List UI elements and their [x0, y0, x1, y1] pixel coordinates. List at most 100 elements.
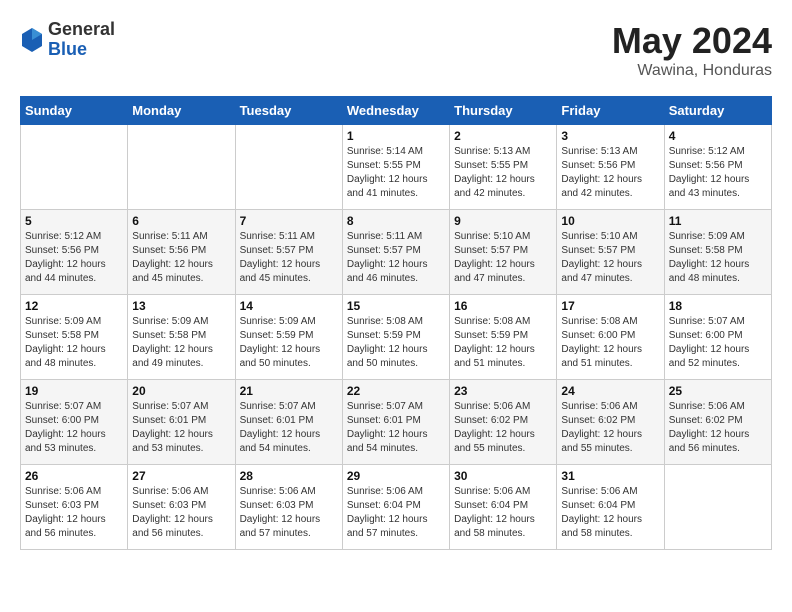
day-info: Sunrise: 5:11 AM Sunset: 5:57 PM Dayligh…	[347, 230, 445, 286]
weekday-header: Friday	[557, 97, 664, 125]
day-info: Sunrise: 5:06 AM Sunset: 6:02 PM Dayligh…	[561, 400, 659, 456]
day-number: 10	[561, 214, 659, 228]
day-number: 30	[454, 469, 552, 483]
calendar-cell: 25Sunrise: 5:06 AM Sunset: 6:02 PM Dayli…	[664, 380, 771, 465]
calendar-cell: 8 Sunrise: 5:11 AM Sunset: 5:57 PM Daylig…	[342, 210, 449, 295]
calendar-cell: 17 Sunrise: 5:08 AM Sunset: 6:00 PM Dayli…	[557, 295, 664, 380]
calendar-cell	[128, 125, 235, 210]
calendar-cell: 27Sunrise: 5:06 AM Sunset: 6:03 PM Dayli…	[128, 465, 235, 550]
day-number: 28	[240, 469, 338, 483]
day-info: Sunrise: 5:07 AM Sunset: 6:00 PM Dayligh…	[25, 400, 123, 456]
day-number: 23	[454, 384, 552, 398]
day-info: Sunrise: 5:12 AM Sunset: 5:56 PM Dayligh…	[669, 145, 767, 201]
day-number: 7	[240, 214, 338, 228]
calendar-cell: 22 Sunrise: 5:07 AM Sunset: 6:01 PM Dayli…	[342, 380, 449, 465]
day-info: Sunrise: 5:14 AM Sunset: 5:55 PM Dayligh…	[347, 145, 445, 201]
day-number: 29	[347, 469, 445, 483]
calendar-cell: 1 Sunrise: 5:14 AM Sunset: 5:55 PM Daylig…	[342, 125, 449, 210]
weekday-header: Monday	[128, 97, 235, 125]
day-info: Sunrise: 5:07 AM Sunset: 6:01 PM Dayligh…	[132, 400, 230, 456]
logo-blue: Blue	[48, 40, 115, 60]
day-number: 25	[669, 384, 767, 398]
weekday-header: Tuesday	[235, 97, 342, 125]
calendar-cell: 10 Sunrise: 5:10 AM Sunset: 5:57 PM Dayli…	[557, 210, 664, 295]
day-number: 20	[132, 384, 230, 398]
day-info: Sunrise: 5:08 AM Sunset: 5:59 PM Dayligh…	[347, 315, 445, 371]
calendar-cell: 3Sunrise: 5:13 AM Sunset: 5:56 PM Daylig…	[557, 125, 664, 210]
day-number: 1	[347, 129, 445, 143]
calendar-cell: 9 Sunrise: 5:10 AM Sunset: 5:57 PM Daylig…	[450, 210, 557, 295]
calendar-week-row: 19Sunrise: 5:07 AM Sunset: 6:00 PM Dayli…	[21, 380, 772, 465]
calendar-cell	[235, 125, 342, 210]
day-info: Sunrise: 5:07 AM Sunset: 6:00 PM Dayligh…	[669, 315, 767, 371]
calendar-cell: 28 Sunrise: 5:06 AM Sunset: 6:03 PM Dayli…	[235, 465, 342, 550]
logo-icon	[20, 26, 44, 54]
calendar-cell	[21, 125, 128, 210]
calendar-week-row: 5Sunrise: 5:12 AM Sunset: 5:56 PM Daylig…	[21, 210, 772, 295]
logo: General Blue	[20, 20, 115, 60]
day-number: 8	[347, 214, 445, 228]
calendar-cell: 7Sunrise: 5:11 AM Sunset: 5:57 PM Daylig…	[235, 210, 342, 295]
calendar-week-row: 1 Sunrise: 5:14 AM Sunset: 5:55 PM Daylig…	[21, 125, 772, 210]
day-info: Sunrise: 5:09 AM Sunset: 5:59 PM Dayligh…	[240, 315, 338, 371]
calendar-cell: 4 Sunrise: 5:12 AM Sunset: 5:56 PM Daylig…	[664, 125, 771, 210]
weekday-header: Saturday	[664, 97, 771, 125]
calendar-cell: 19Sunrise: 5:07 AM Sunset: 6:00 PM Dayli…	[21, 380, 128, 465]
calendar-cell	[664, 465, 771, 550]
logo-text: General Blue	[48, 20, 115, 60]
day-info: Sunrise: 5:09 AM Sunset: 5:58 PM Dayligh…	[25, 315, 123, 371]
day-number: 15	[347, 299, 445, 313]
weekday-header: Sunday	[21, 97, 128, 125]
day-number: 17	[561, 299, 659, 313]
calendar-cell: 29Sunrise: 5:06 AM Sunset: 6:04 PM Dayli…	[342, 465, 449, 550]
calendar-cell: 12 Sunrise: 5:09 AM Sunset: 5:58 PM Dayli…	[21, 295, 128, 380]
calendar-cell: 23Sunrise: 5:06 AM Sunset: 6:02 PM Dayli…	[450, 380, 557, 465]
calendar-cell: 15 Sunrise: 5:08 AM Sunset: 5:59 PM Dayli…	[342, 295, 449, 380]
calendar-cell: 20 Sunrise: 5:07 AM Sunset: 6:01 PM Dayli…	[128, 380, 235, 465]
day-number: 27	[132, 469, 230, 483]
calendar-cell: 31Sunrise: 5:06 AM Sunset: 6:04 PM Dayli…	[557, 465, 664, 550]
day-info: Sunrise: 5:09 AM Sunset: 5:58 PM Dayligh…	[132, 315, 230, 371]
title-block: May 2024 Wawina, Honduras	[612, 20, 772, 80]
calendar-header: SundayMondayTuesdayWednesdayThursdayFrid…	[21, 97, 772, 125]
day-info: Sunrise: 5:09 AM Sunset: 5:58 PM Dayligh…	[669, 230, 767, 286]
calendar-cell: 5Sunrise: 5:12 AM Sunset: 5:56 PM Daylig…	[21, 210, 128, 295]
calendar-week-row: 26 Sunrise: 5:06 AM Sunset: 6:03 PM Dayli…	[21, 465, 772, 550]
calendar-cell: 30 Sunrise: 5:06 AM Sunset: 6:04 PM Dayli…	[450, 465, 557, 550]
day-info: Sunrise: 5:11 AM Sunset: 5:56 PM Dayligh…	[132, 230, 230, 286]
day-number: 14	[240, 299, 338, 313]
day-number: 26	[25, 469, 123, 483]
calendar-cell: 24 Sunrise: 5:06 AM Sunset: 6:02 PM Dayli…	[557, 380, 664, 465]
calendar-table: SundayMondayTuesdayWednesdayThursdayFrid…	[20, 96, 772, 550]
weekday-header: Wednesday	[342, 97, 449, 125]
day-info: Sunrise: 5:10 AM Sunset: 5:57 PM Dayligh…	[454, 230, 552, 286]
day-info: Sunrise: 5:06 AM Sunset: 6:04 PM Dayligh…	[561, 485, 659, 541]
day-info: Sunrise: 5:07 AM Sunset: 6:01 PM Dayligh…	[347, 400, 445, 456]
day-number: 22	[347, 384, 445, 398]
calendar-week-row: 12 Sunrise: 5:09 AM Sunset: 5:58 PM Dayli…	[21, 295, 772, 380]
day-number: 18	[669, 299, 767, 313]
day-info: Sunrise: 5:06 AM Sunset: 6:04 PM Dayligh…	[454, 485, 552, 541]
calendar-cell: 2Sunrise: 5:13 AM Sunset: 5:55 PM Daylig…	[450, 125, 557, 210]
day-info: Sunrise: 5:12 AM Sunset: 5:56 PM Dayligh…	[25, 230, 123, 286]
calendar-cell: 21Sunrise: 5:07 AM Sunset: 6:01 PM Dayli…	[235, 380, 342, 465]
day-number: 4	[669, 129, 767, 143]
calendar-body: 1 Sunrise: 5:14 AM Sunset: 5:55 PM Daylig…	[21, 125, 772, 550]
weekday-row: SundayMondayTuesdayWednesdayThursdayFrid…	[21, 97, 772, 125]
day-number: 13	[132, 299, 230, 313]
day-number: 12	[25, 299, 123, 313]
month-title: May 2024	[612, 20, 772, 62]
day-info: Sunrise: 5:13 AM Sunset: 5:56 PM Dayligh…	[561, 145, 659, 201]
calendar-cell: 11Sunrise: 5:09 AM Sunset: 5:58 PM Dayli…	[664, 210, 771, 295]
calendar-cell: 26 Sunrise: 5:06 AM Sunset: 6:03 PM Dayli…	[21, 465, 128, 550]
day-number: 24	[561, 384, 659, 398]
day-info: Sunrise: 5:10 AM Sunset: 5:57 PM Dayligh…	[561, 230, 659, 286]
day-number: 21	[240, 384, 338, 398]
page-header: General Blue May 2024 Wawina, Honduras	[20, 20, 772, 80]
location: Wawina, Honduras	[612, 62, 772, 80]
day-info: Sunrise: 5:06 AM Sunset: 6:03 PM Dayligh…	[240, 485, 338, 541]
day-info: Sunrise: 5:08 AM Sunset: 5:59 PM Dayligh…	[454, 315, 552, 371]
day-info: Sunrise: 5:08 AM Sunset: 6:00 PM Dayligh…	[561, 315, 659, 371]
day-info: Sunrise: 5:06 AM Sunset: 6:03 PM Dayligh…	[25, 485, 123, 541]
day-number: 9	[454, 214, 552, 228]
